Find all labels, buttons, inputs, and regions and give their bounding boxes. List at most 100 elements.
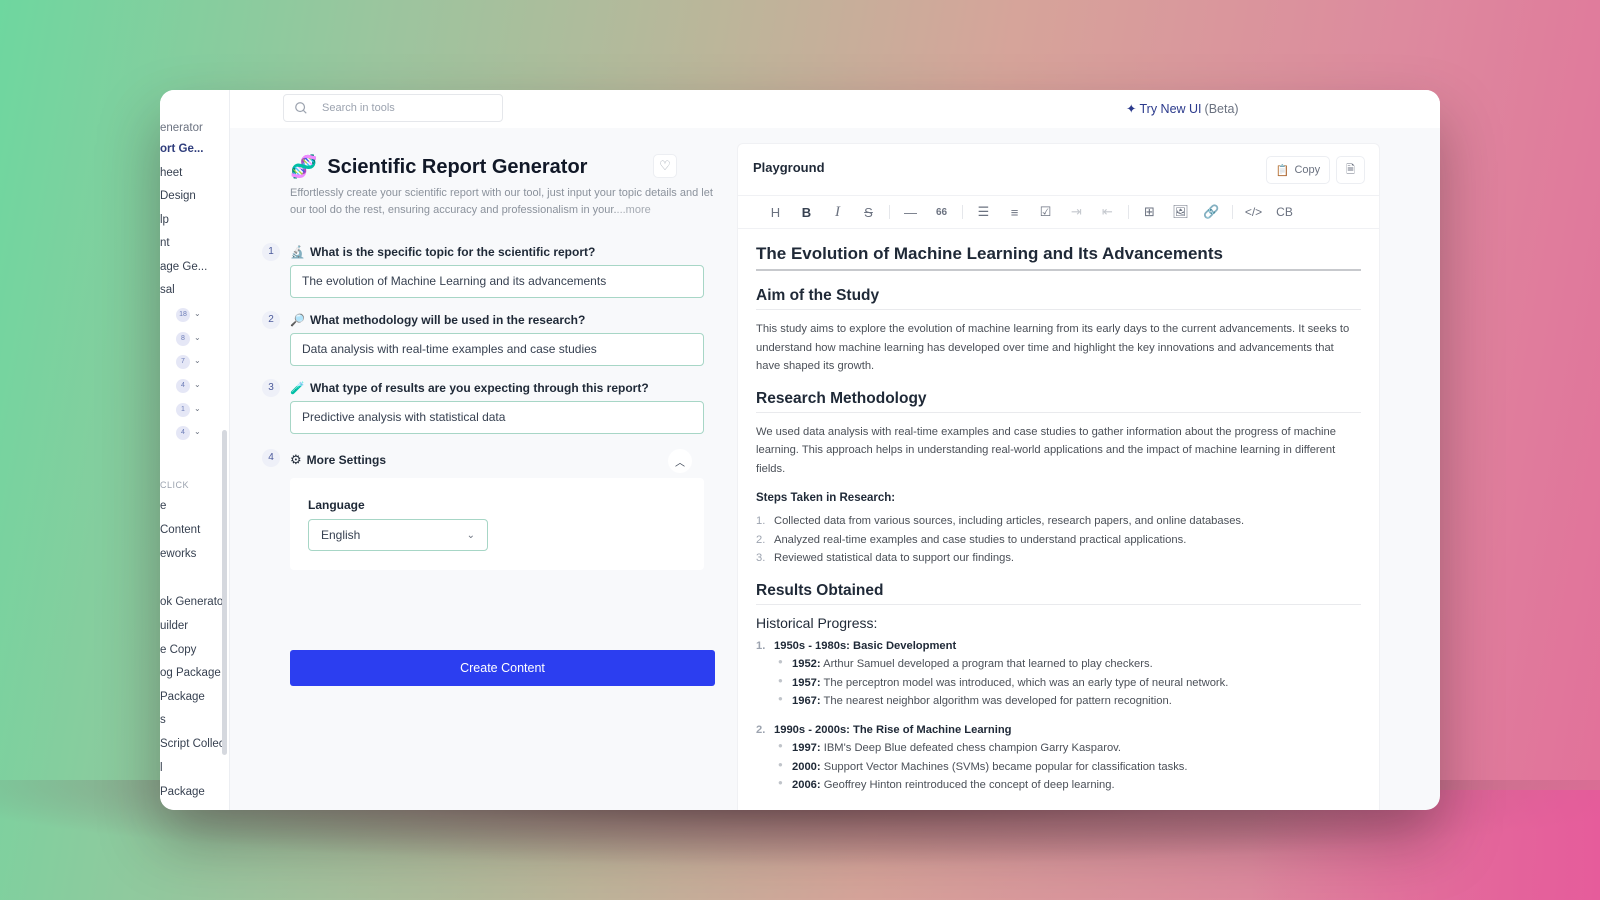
microscope-icon: 🔬 — [290, 245, 305, 259]
sidebar-item[interactable]: ok Generato — [160, 596, 223, 608]
editor-toolbar: H B I S — 66 ☰ ≡ ☑ ⇥ ⇤ ⊞ 🖼 🔗 </> CB — [738, 195, 1379, 229]
dna-icon: 🧬 — [290, 154, 318, 179]
group-count-badge: 7 — [176, 355, 190, 369]
page-title: Scientific Report Generator — [327, 155, 588, 178]
link-icon[interactable]: 🔗 — [1196, 201, 1227, 223]
sidebar-item[interactable]: uilder — [160, 620, 188, 632]
sparkle-icon: ✦ — [1126, 102, 1137, 116]
list-item: ● 1967: The nearest neighbor algorithm wa… — [778, 694, 1172, 707]
try-new-ui-link[interactable]: ✦ Try New UI (Beta) — [1126, 101, 1239, 117]
sidebar-scrollbar[interactable] — [222, 430, 227, 755]
image-icon[interactable]: 🖼 — [1165, 201, 1196, 223]
toolbar-divider — [889, 205, 890, 219]
sublist: ● 1997: IBM's Deep Blue defeated chess ch… — [756, 739, 1361, 795]
bold-button[interactable]: B — [791, 201, 822, 223]
indent-icon[interactable]: ⇥ — [1061, 201, 1092, 223]
list-item: 3. Reviewed statistical data to support o… — [756, 552, 1015, 564]
question-text: What type of results are you expecting t… — [309, 381, 649, 395]
subheading: Historical Progress: — [756, 614, 878, 631]
sidebar-item[interactable]: heet — [160, 167, 182, 179]
sidebar-item[interactable]: age Ge... — [160, 261, 207, 273]
chevron-down-icon[interactable]: ⌄ — [194, 333, 201, 342]
methodology-input[interactable]: Data analysis with real-time examples an… — [290, 333, 704, 366]
italic-button[interactable]: I — [822, 201, 853, 223]
settings-panel: Language English ⌄ — [290, 478, 704, 570]
group-count-badge: 4 — [176, 426, 190, 440]
test-tube-icon: 🧪 — [290, 381, 305, 395]
sidebar-item[interactable]: enerator — [160, 122, 203, 134]
copy-label: Copy — [1294, 164, 1321, 176]
step-number: 4 — [262, 449, 280, 467]
playground-title: Playground — [753, 160, 825, 175]
sidebar-item[interactable]: l — [160, 762, 163, 774]
question-text: What methodology will be used in the res… — [309, 313, 586, 327]
sidebar-item[interactable]: Content — [160, 524, 200, 536]
list-item: ● 1997: IBM's Deep Blue defeated chess ch… — [778, 741, 1122, 754]
list-item: ● 2000: Support Vector Machines (SVMs) be… — [778, 759, 1188, 773]
topic-input[interactable]: The evolution of Machine Learning and it… — [290, 265, 704, 298]
sidebar-item[interactable]: s — [160, 714, 166, 726]
blockquote-button[interactable]: 66 — [926, 201, 957, 223]
sidebar-item[interactable]: Package — [160, 691, 205, 703]
bullet-list-icon[interactable]: ☰ — [968, 201, 999, 223]
sidebar-item[interactable]: e Copy — [160, 644, 196, 656]
sidebar-item[interactable]: nt — [160, 237, 170, 249]
language-value: English — [321, 528, 361, 542]
tool-header: 🧬 Scientific Report Generator — [290, 154, 587, 180]
step-number: 2 — [262, 311, 280, 329]
search-icon — [295, 102, 307, 114]
strikethrough-button[interactable]: S — [853, 201, 884, 223]
group-count-badge: 8 — [176, 332, 190, 346]
code-button[interactable]: </> — [1238, 201, 1269, 223]
chevron-up-icon[interactable]: ︿ — [668, 449, 692, 473]
chevron-down-icon: ⌄ — [466, 529, 475, 541]
sidebar-item[interactable]: e — [160, 500, 166, 512]
list-item: ● 1957: The perceptron model was introduc… — [778, 675, 1229, 689]
chevron-down-icon[interactable]: ⌄ — [194, 309, 201, 318]
outdent-icon[interactable]: ⇤ — [1092, 201, 1123, 223]
more-link[interactable]: ...more — [617, 204, 651, 216]
ordered-list-icon[interactable]: ≡ — [999, 201, 1030, 223]
horizontal-rule-button[interactable]: — — [895, 201, 926, 223]
top-bar: Search in tools ✦ Try New UI (Beta) — [230, 90, 1440, 128]
chevron-down-icon[interactable]: ⌄ — [194, 427, 201, 436]
sidebar-item[interactable]: eworks — [160, 548, 196, 560]
group-count-badge: 4 — [176, 379, 190, 393]
search-input[interactable]: Search in tools — [283, 94, 503, 122]
clipboard-icon: 📋 — [1275, 164, 1290, 177]
search-placeholder: Search in tools — [322, 102, 395, 114]
sidebar-item[interactable]: Design — [160, 190, 196, 202]
toolbar-divider — [1128, 205, 1129, 219]
section-heading: Research Methodology — [756, 390, 1361, 413]
table-icon[interactable]: ⊞ — [1134, 201, 1165, 223]
results-input[interactable]: Predictive analysis with statistical dat… — [290, 401, 704, 434]
create-content-button[interactable]: Create Content — [290, 650, 715, 686]
codeblock-button[interactable]: CB — [1269, 201, 1300, 223]
sidebar-item[interactable]: og Package — [160, 667, 221, 679]
list-item: ● 1952: Arthur Samuel developed a program… — [778, 657, 1153, 670]
toolbar-divider — [1232, 205, 1233, 219]
chevron-down-icon[interactable]: ⌄ — [194, 404, 201, 413]
sidebar-section-label: CLICK — [160, 480, 190, 490]
chevron-down-icon[interactable]: ⌄ — [194, 356, 201, 365]
step-number: 3 — [262, 379, 280, 397]
language-select[interactable]: English ⌄ — [308, 519, 488, 551]
sidebar-item[interactable]: Package — [160, 786, 205, 798]
question-text: What is the specific topic for the scien… — [309, 245, 596, 259]
sidebar-item[interactable]: Script Collec — [160, 738, 225, 750]
list-item: ● 2006: Geoffrey Hinton reintroduced the … — [778, 778, 1115, 791]
settings-text: More Settings — [306, 453, 386, 467]
favorite-button[interactable]: ♡ — [653, 154, 677, 178]
question-label: 🧪 What type of results are you expecting… — [290, 381, 649, 395]
sidebar-item[interactable]: lp — [160, 214, 169, 226]
eras-list: 1. 1950s - 1980s: Basic Development ● 1952… — [756, 637, 1361, 795]
chevron-down-icon[interactable]: ⌄ — [194, 380, 201, 389]
task-list-icon[interactable]: ☑ — [1030, 201, 1061, 223]
sidebar-item[interactable]: sal — [160, 284, 175, 296]
magnifier-icon: 🔎 — [290, 313, 305, 327]
sidebar-item-active[interactable]: ort Ge... — [160, 143, 203, 155]
document-content[interactable]: The Evolution of Machine Learning and It… — [756, 244, 1361, 805]
heading-button[interactable]: H — [760, 201, 791, 223]
download-button[interactable]: 🗎 — [1336, 156, 1365, 184]
copy-button[interactable]: 📋 Copy — [1265, 156, 1331, 184]
